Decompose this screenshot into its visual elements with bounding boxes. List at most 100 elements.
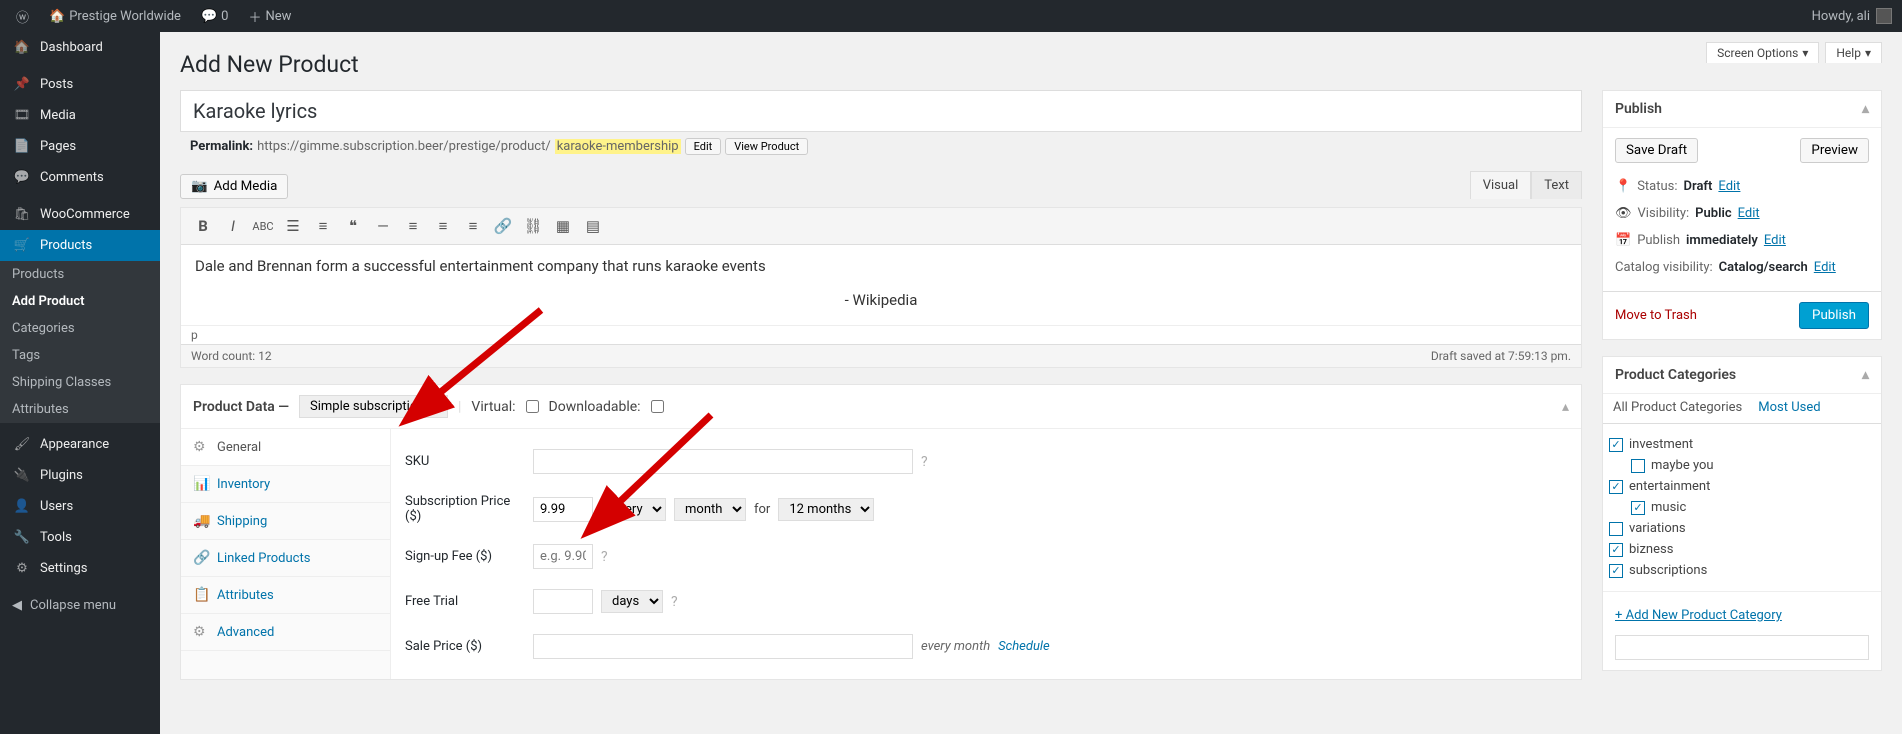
bold-icon[interactable]: B bbox=[189, 212, 217, 240]
virtual-checkbox[interactable] bbox=[526, 400, 539, 413]
pd-tab-advanced[interactable]: ⚙Advanced bbox=[181, 614, 390, 651]
edit-status[interactable]: Edit bbox=[1718, 179, 1740, 194]
sidebar-item-dashboard[interactable]: 🏠Dashboard bbox=[0, 32, 160, 63]
link-icon[interactable]: 🔗 bbox=[489, 212, 517, 240]
sub-categories[interactable]: Categories bbox=[0, 315, 160, 342]
pd-tab-attributes[interactable]: 📋Attributes bbox=[181, 577, 390, 614]
comments-link[interactable]: 💬 0 bbox=[195, 9, 235, 24]
unlink-icon[interactable]: ⛓ bbox=[519, 212, 547, 240]
category-item[interactable]: ✓subscriptions bbox=[1609, 560, 1875, 581]
screen-options-tab[interactable]: Screen Options ▾ bbox=[1706, 42, 1819, 63]
product-title-input[interactable] bbox=[180, 90, 1582, 132]
toggle-icon[interactable]: ▴ bbox=[1862, 101, 1869, 117]
trial-input[interactable] bbox=[533, 589, 593, 614]
checkbox-icon[interactable]: ✓ bbox=[1609, 543, 1623, 557]
visual-tab[interactable]: Visual bbox=[1470, 171, 1532, 199]
sidebar-item-appearance[interactable]: 🖌Appearance bbox=[0, 429, 160, 460]
cat-tab-all[interactable]: All Product Categories bbox=[1611, 394, 1744, 423]
category-item[interactable]: ✓music bbox=[1609, 497, 1875, 518]
sub-shipping-classes[interactable]: Shipping Classes bbox=[0, 369, 160, 396]
sub-add-product[interactable]: Add Product bbox=[0, 288, 160, 315]
period-select[interactable]: month bbox=[674, 498, 746, 521]
howdy[interactable]: Howdy, ali bbox=[1812, 9, 1870, 24]
align-center-icon[interactable]: ≡ bbox=[429, 212, 457, 240]
sidebar-item-woocommerce[interactable]: 🛍WooCommerce bbox=[0, 199, 160, 230]
checkbox-icon[interactable]: ✓ bbox=[1609, 480, 1623, 494]
sub-products[interactable]: Products bbox=[0, 261, 160, 288]
pd-tab-linked[interactable]: 🔗Linked Products bbox=[181, 540, 390, 577]
strike-icon[interactable]: ABC bbox=[249, 212, 277, 240]
edit-publish-date[interactable]: Edit bbox=[1764, 233, 1786, 248]
save-draft-button[interactable]: Save Draft bbox=[1615, 138, 1698, 163]
edit-slug-button[interactable]: Edit bbox=[685, 138, 722, 155]
move-to-trash[interactable]: Move to Trash bbox=[1615, 308, 1697, 323]
pd-toggle-icon[interactable]: ▴ bbox=[1562, 399, 1569, 415]
ol-icon[interactable]: ≡ bbox=[309, 212, 337, 240]
sub-price-input[interactable] bbox=[533, 497, 593, 522]
italic-icon[interactable]: I bbox=[219, 212, 247, 240]
checkbox-icon[interactable] bbox=[1631, 459, 1645, 473]
downloadable-checkbox[interactable] bbox=[651, 400, 664, 413]
pd-tab-shipping[interactable]: 🚚Shipping bbox=[181, 503, 390, 540]
duration-select[interactable]: 12 months bbox=[778, 498, 874, 521]
preview-button[interactable]: Preview bbox=[1800, 138, 1869, 163]
avatar[interactable] bbox=[1876, 8, 1892, 24]
editor-body[interactable]: Dale and Brennan form a successful enter… bbox=[181, 245, 1581, 325]
category-item[interactable]: ✓entertainment bbox=[1609, 476, 1875, 497]
sidebar-item-comments[interactable]: 💬Comments bbox=[0, 162, 160, 193]
add-media-button[interactable]: 📷 Add Media bbox=[180, 174, 288, 199]
ul-icon[interactable]: ☰ bbox=[279, 212, 307, 240]
cat-tab-used[interactable]: Most Used bbox=[1756, 394, 1822, 423]
sub-tags[interactable]: Tags bbox=[0, 342, 160, 369]
checkbox-icon[interactable] bbox=[1609, 522, 1623, 536]
sidebar-item-pages[interactable]: 📄Pages bbox=[0, 131, 160, 162]
help-icon[interactable]: ? bbox=[921, 454, 928, 470]
trial-unit-select[interactable]: days bbox=[601, 590, 663, 613]
sidebar-item-plugins[interactable]: 🔌Plugins bbox=[0, 460, 160, 491]
align-left-icon[interactable]: ≡ bbox=[399, 212, 427, 240]
checkbox-icon[interactable]: ✓ bbox=[1609, 438, 1623, 452]
sku-input[interactable] bbox=[533, 449, 913, 474]
kitchen-sink-icon[interactable]: ▤ bbox=[579, 212, 607, 240]
sidebar-item-settings[interactable]: ⚙Settings bbox=[0, 553, 160, 584]
every-select[interactable]: every bbox=[601, 498, 666, 521]
new-link[interactable]: ＋ New bbox=[242, 7, 297, 26]
product-type-select[interactable]: Simple subscription bbox=[299, 395, 448, 418]
signup-input[interactable] bbox=[533, 544, 593, 569]
new-category-input[interactable] bbox=[1615, 635, 1869, 660]
category-item[interactable]: ✓bizness bbox=[1609, 539, 1875, 560]
collapse-menu[interactable]: ◀ Collapse menu bbox=[0, 590, 160, 621]
category-item[interactable]: variations bbox=[1609, 518, 1875, 539]
more-icon[interactable]: ▦ bbox=[549, 212, 577, 240]
hr-icon[interactable]: — bbox=[369, 212, 397, 240]
help-tab[interactable]: Help ▾ bbox=[1825, 42, 1882, 63]
sale-input[interactable] bbox=[533, 634, 913, 659]
schedule-link[interactable]: Schedule bbox=[998, 639, 1050, 654]
category-item[interactable]: maybe you bbox=[1609, 455, 1875, 476]
sidebar-item-users[interactable]: 👤Users bbox=[0, 491, 160, 522]
category-item[interactable]: ✓investment bbox=[1609, 434, 1875, 455]
publish-title: Publish bbox=[1615, 101, 1662, 117]
sidebar-item-media[interactable]: 🎞Media bbox=[0, 100, 160, 131]
toggle-icon[interactable]: ▴ bbox=[1862, 367, 1869, 383]
publish-button[interactable]: Publish bbox=[1799, 302, 1869, 329]
view-product-button[interactable]: View Product bbox=[725, 138, 808, 155]
pd-tab-general[interactable]: ⚙General bbox=[181, 429, 390, 466]
wp-logo[interactable]: ⓦ bbox=[10, 7, 35, 26]
checkbox-icon[interactable]: ✓ bbox=[1609, 564, 1623, 578]
sidebar-item-products[interactable]: 🛒Products bbox=[0, 230, 160, 261]
quote-icon[interactable]: ❝ bbox=[339, 212, 367, 240]
sidebar-item-posts[interactable]: 📌Posts bbox=[0, 69, 160, 100]
align-right-icon[interactable]: ≡ bbox=[459, 212, 487, 240]
sidebar-item-tools[interactable]: 🔧Tools bbox=[0, 522, 160, 553]
help-icon[interactable]: ? bbox=[671, 594, 678, 610]
text-tab[interactable]: Text bbox=[1531, 171, 1582, 199]
site-link[interactable]: 🏠 Prestige Worldwide bbox=[43, 9, 187, 24]
add-new-category[interactable]: + Add New Product Category bbox=[1615, 602, 1869, 629]
help-icon[interactable]: ? bbox=[601, 549, 608, 565]
sub-attributes[interactable]: Attributes bbox=[0, 396, 160, 423]
checkbox-icon[interactable]: ✓ bbox=[1631, 501, 1645, 515]
pd-tab-inventory[interactable]: 📊Inventory bbox=[181, 466, 390, 503]
edit-catalog-vis[interactable]: Edit bbox=[1814, 260, 1836, 275]
edit-visibility[interactable]: Edit bbox=[1738, 206, 1760, 221]
